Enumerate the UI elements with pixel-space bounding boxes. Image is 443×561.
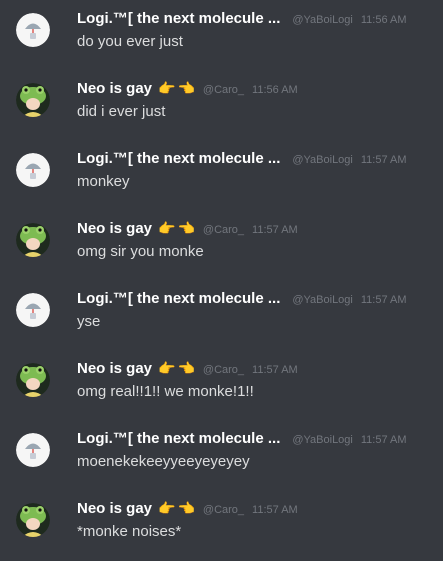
username[interactable]: Logi.™[ the next molecule ... bbox=[77, 290, 280, 307]
user-handle: @YaBoiLogi bbox=[292, 154, 353, 166]
message-header: Neo is gay 👉👈 @Caro_ 11:57 AM bbox=[77, 360, 298, 380]
timestamp[interactable]: 11:57 AM bbox=[252, 504, 298, 516]
user-avatar-neo[interactable] bbox=[16, 83, 50, 117]
message-text: omg real!!1!! we monke!1!! bbox=[77, 383, 254, 400]
message-item: Logi.™[ the next molecule ... @YaBoiLogi… bbox=[0, 429, 443, 495]
user-avatar-neo[interactable] bbox=[16, 223, 50, 257]
user-avatar-logi[interactable] bbox=[16, 13, 50, 47]
message-header: Logi.™[ the next molecule ... @YaBoiLogi… bbox=[77, 10, 407, 30]
username[interactable]: Neo is gay bbox=[77, 360, 152, 377]
frog-hat-avatar-icon bbox=[16, 223, 50, 257]
username[interactable]: Neo is gay bbox=[77, 80, 152, 97]
chat-log: Logi.™[ the next molecule ... @YaBoiLogi… bbox=[0, 0, 443, 561]
user-handle: @Caro_ bbox=[202, 504, 245, 516]
frog-hat-avatar-icon bbox=[16, 363, 50, 397]
user-avatar-logi[interactable] bbox=[16, 153, 50, 187]
user-avatar-neo[interactable] bbox=[16, 363, 50, 397]
message-item: Neo is gay 👉👈 @Caro_ 11:57 AM omg real!!… bbox=[0, 359, 443, 425]
timestamp[interactable]: 11:57 AM bbox=[252, 224, 298, 236]
message-text: monkey bbox=[77, 173, 130, 190]
frog-hat-avatar-icon bbox=[16, 503, 50, 537]
message-text: omg sir you monke bbox=[77, 243, 204, 260]
message-header: Neo is gay 👉👈 @Caro_ 11:56 AM bbox=[77, 80, 298, 100]
username[interactable]: Logi.™[ the next molecule ... bbox=[77, 10, 280, 27]
timestamp[interactable]: 11:57 AM bbox=[361, 154, 407, 166]
message-item: Logi.™[ the next molecule ... @YaBoiLogi… bbox=[0, 9, 443, 75]
user-handle: @YaBoiLogi bbox=[292, 434, 353, 446]
message-item: Neo is gay 👉👈 @Caro_ 11:56 AM did i ever… bbox=[0, 79, 443, 145]
umbrella-avatar-icon bbox=[16, 13, 50, 47]
user-handle: @YaBoiLogi bbox=[292, 14, 353, 26]
username-emoji: 👉👈 bbox=[158, 80, 197, 96]
message-item: Neo is gay 👉👈 @Caro_ 11:57 AM *monke noi… bbox=[0, 499, 443, 561]
user-avatar-logi[interactable] bbox=[16, 433, 50, 467]
timestamp[interactable]: 11:56 AM bbox=[361, 14, 407, 26]
username[interactable]: Neo is gay bbox=[77, 500, 152, 517]
message-text: do you ever just bbox=[77, 33, 183, 50]
message-header: Logi.™[ the next molecule ... @YaBoiLogi… bbox=[77, 430, 407, 450]
user-avatar-neo[interactable] bbox=[16, 503, 50, 537]
umbrella-avatar-icon bbox=[16, 153, 50, 187]
frog-hat-avatar-icon bbox=[16, 83, 50, 117]
user-handle: @Caro_ bbox=[202, 224, 245, 236]
message-text: *monke noises* bbox=[77, 523, 182, 540]
user-handle: @Caro_ bbox=[202, 84, 245, 96]
umbrella-avatar-icon bbox=[16, 433, 50, 467]
message-item: Logi.™[ the next molecule ... @YaBoiLogi… bbox=[0, 149, 443, 215]
username[interactable]: Logi.™[ the next molecule ... bbox=[77, 150, 280, 167]
user-handle: @YaBoiLogi bbox=[292, 294, 353, 306]
username-emoji: 👉👈 bbox=[158, 360, 197, 376]
message-text: moenekekeeyyeeyeyeyey bbox=[77, 453, 250, 470]
username[interactable]: Logi.™[ the next molecule ... bbox=[77, 430, 280, 447]
umbrella-avatar-icon bbox=[16, 293, 50, 327]
message-header: Neo is gay 👉👈 @Caro_ 11:57 AM bbox=[77, 500, 298, 520]
timestamp[interactable]: 11:57 AM bbox=[361, 434, 407, 446]
message-header: Logi.™[ the next molecule ... @YaBoiLogi… bbox=[77, 290, 407, 310]
message-header: Logi.™[ the next molecule ... @YaBoiLogi… bbox=[77, 150, 407, 170]
user-avatar-logi[interactable] bbox=[16, 293, 50, 327]
message-item: Neo is gay 👉👈 @Caro_ 11:57 AM omg sir yo… bbox=[0, 219, 443, 285]
timestamp[interactable]: 11:57 AM bbox=[252, 364, 298, 376]
user-handle: @Caro_ bbox=[202, 364, 245, 376]
username-emoji: 👉👈 bbox=[158, 220, 197, 236]
timestamp[interactable]: 11:57 AM bbox=[361, 294, 407, 306]
username[interactable]: Neo is gay bbox=[77, 220, 152, 237]
message-header: Neo is gay 👉👈 @Caro_ 11:57 AM bbox=[77, 220, 298, 240]
message-text: did i ever just bbox=[77, 103, 166, 120]
message-item: Logi.™[ the next molecule ... @YaBoiLogi… bbox=[0, 289, 443, 355]
username-emoji: 👉👈 bbox=[158, 500, 197, 516]
message-text: yse bbox=[77, 313, 101, 330]
timestamp[interactable]: 11:56 AM bbox=[252, 84, 298, 96]
